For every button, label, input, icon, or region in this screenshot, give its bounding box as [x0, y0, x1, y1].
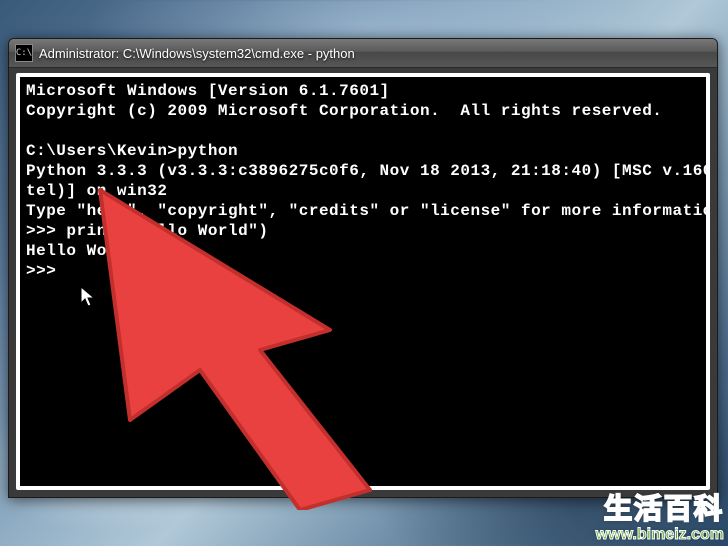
cmd-icon: C:\ [15, 44, 33, 62]
watermark-text: 生活百科 [596, 495, 724, 523]
desktop-background: C:\ Administrator: C:\Windows\system32\c… [0, 0, 728, 546]
cmd-window: C:\ Administrator: C:\Windows\system32\c… [8, 38, 718, 498]
terminal-frame: Microsoft Windows [Version 6.1.7601] Cop… [16, 73, 710, 490]
watermark: 生活百科 www.bimeiz.com [596, 495, 724, 544]
window-title: Administrator: C:\Windows\system32\cmd.e… [39, 46, 355, 61]
terminal-output[interactable]: Microsoft Windows [Version 6.1.7601] Cop… [20, 77, 706, 486]
window-titlebar[interactable]: C:\ Administrator: C:\Windows\system32\c… [9, 39, 717, 68]
watermark-url: www.bimeiz.com [596, 525, 724, 544]
